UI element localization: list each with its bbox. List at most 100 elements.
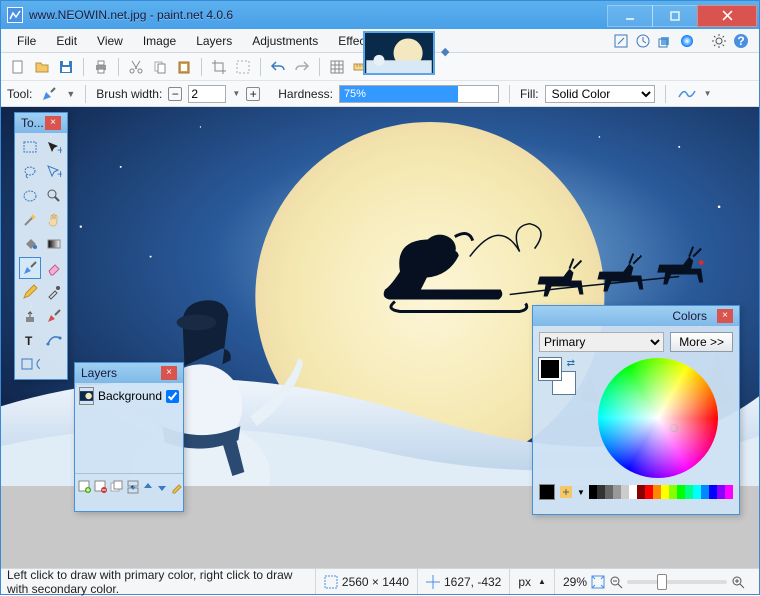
width-increment-icon[interactable]: + <box>246 87 260 101</box>
add-palette-color-icon[interactable] <box>559 485 573 499</box>
eraser-tool-icon[interactable] <box>43 257 65 279</box>
color-palette[interactable] <box>589 485 733 499</box>
palette-swatch[interactable] <box>693 485 701 499</box>
layers-panel-title[interactable]: Layers× <box>75 363 183 383</box>
width-decrement-icon[interactable]: − <box>168 87 182 101</box>
gradient-tool-icon[interactable] <box>43 233 65 255</box>
undo-icon[interactable] <box>267 56 289 78</box>
deselect-icon[interactable] <box>232 56 254 78</box>
status-units[interactable]: px▲ <box>509 569 554 594</box>
color-picker-tool-icon[interactable] <box>43 281 65 303</box>
save-icon[interactable] <box>55 56 77 78</box>
menu-file[interactable]: File <box>7 32 46 50</box>
titlebar[interactable]: www.NEOWIN.net.jpg - paint.net 4.0.6 <box>1 1 759 29</box>
menu-image[interactable]: Image <box>133 32 186 50</box>
thumbnail-dropdown-icon[interactable]: ◆ <box>441 45 449 58</box>
pan-tool-icon[interactable] <box>43 209 65 231</box>
zoom-out-icon[interactable] <box>609 575 623 589</box>
layers-panel-close-icon[interactable]: × <box>161 366 177 380</box>
palette-swatch[interactable] <box>725 485 733 499</box>
zoom-in-icon[interactable] <box>731 575 745 589</box>
paste-icon[interactable] <box>173 56 195 78</box>
swap-colors-icon[interactable]: ⇄ <box>567 358 575 369</box>
palette-swatch[interactable] <box>669 485 677 499</box>
move-up-icon[interactable] <box>141 479 155 495</box>
palette-swatch[interactable] <box>661 485 669 499</box>
tools-panel-title[interactable]: To...× <box>15 113 67 133</box>
menu-layers[interactable]: Layers <box>186 32 242 50</box>
layers-toggle-icon[interactable] <box>655 31 675 51</box>
palette-swatch[interactable] <box>645 485 653 499</box>
lasso-tool-icon[interactable] <box>19 161 41 183</box>
maximize-button[interactable] <box>652 5 698 27</box>
document-thumbnail[interactable] <box>363 31 435 75</box>
copy-icon[interactable] <box>149 56 171 78</box>
palette-swatch[interactable] <box>589 485 597 499</box>
menu-view[interactable]: View <box>87 32 133 50</box>
close-button[interactable] <box>697 5 757 27</box>
redo-icon[interactable] <box>291 56 313 78</box>
fill-select[interactable]: Solid Color <box>545 85 655 103</box>
line-tool-icon[interactable] <box>43 329 65 351</box>
ellipse-select-tool-icon[interactable] <box>19 185 41 207</box>
palette-swatch[interactable] <box>621 485 629 499</box>
text-tool-icon[interactable]: T <box>19 329 41 351</box>
brush-width-input[interactable] <box>188 85 226 103</box>
layer-properties-icon[interactable] <box>169 479 185 495</box>
zoom-tool-icon[interactable] <box>43 185 65 207</box>
palette-swatch[interactable] <box>597 485 605 499</box>
color-swatches[interactable]: ⇄ <box>539 358 575 394</box>
palette-swatch[interactable] <box>701 485 709 499</box>
antialias-icon[interactable] <box>676 83 698 105</box>
cut-icon[interactable] <box>125 56 147 78</box>
pencil-tool-icon[interactable] <box>19 281 41 303</box>
layer-visibility-checkbox[interactable] <box>166 390 179 403</box>
color-mode-select[interactable]: Primary <box>539 332 664 352</box>
shapes-tool-icon[interactable] <box>19 353 41 375</box>
magic-wand-tool-icon[interactable] <box>19 209 41 231</box>
palette-swatch[interactable] <box>685 485 693 499</box>
move-tool-icon[interactable]: + <box>43 137 65 159</box>
recolor-tool-icon[interactable] <box>43 305 65 327</box>
layer-row[interactable]: Background <box>77 385 181 407</box>
palette-swatch[interactable] <box>677 485 685 499</box>
clone-stamp-tool-icon[interactable] <box>19 305 41 327</box>
more-colors-button[interactable]: More >> <box>670 332 733 352</box>
palette-swatch[interactable] <box>637 485 645 499</box>
help-icon[interactable]: ? <box>731 31 751 51</box>
layers-panel[interactable]: Layers× Background <box>74 362 184 512</box>
history-toggle-icon[interactable] <box>633 31 653 51</box>
colors-panel-title[interactable]: Colors× <box>533 306 739 326</box>
colors-toggle-icon[interactable] <box>677 31 697 51</box>
minimize-button[interactable] <box>607 5 653 27</box>
new-icon[interactable] <box>7 56 29 78</box>
palette-swatch[interactable] <box>605 485 613 499</box>
primary-color-swatch[interactable] <box>539 358 561 380</box>
duplicate-layer-icon[interactable] <box>109 479 125 495</box>
palette-swatch[interactable] <box>613 485 621 499</box>
rect-select-tool-icon[interactable] <box>19 137 41 159</box>
hardness-slider[interactable]: 75% <box>339 85 499 103</box>
fit-icon[interactable] <box>591 575 605 589</box>
palette-swatch[interactable] <box>629 485 637 499</box>
color-wheel[interactable] <box>598 358 718 478</box>
zoom-slider[interactable] <box>627 580 727 584</box>
active-tool-icon[interactable] <box>38 83 60 105</box>
settings-icon[interactable] <box>709 31 729 51</box>
menu-adjustments[interactable]: Adjustments <box>242 32 328 50</box>
move-down-icon[interactable] <box>155 479 169 495</box>
delete-layer-icon[interactable] <box>93 479 109 495</box>
colors-panel[interactable]: Colors× Primary More >> ⇄ ▼ <box>532 305 740 515</box>
tools-panel[interactable]: To...× + + T <box>14 112 68 380</box>
move-selection-tool-icon[interactable]: + <box>43 161 65 183</box>
tools-toggle-icon[interactable] <box>611 31 631 51</box>
print-icon[interactable] <box>90 56 112 78</box>
colors-panel-close-icon[interactable]: × <box>717 309 733 323</box>
tools-panel-close-icon[interactable]: × <box>45 116 61 130</box>
open-icon[interactable] <box>31 56 53 78</box>
paintbrush-tool-icon[interactable] <box>19 257 41 279</box>
crop-icon[interactable] <box>208 56 230 78</box>
paint-bucket-tool-icon[interactable] <box>19 233 41 255</box>
palette-swatch[interactable] <box>653 485 661 499</box>
merge-down-icon[interactable] <box>125 479 141 495</box>
